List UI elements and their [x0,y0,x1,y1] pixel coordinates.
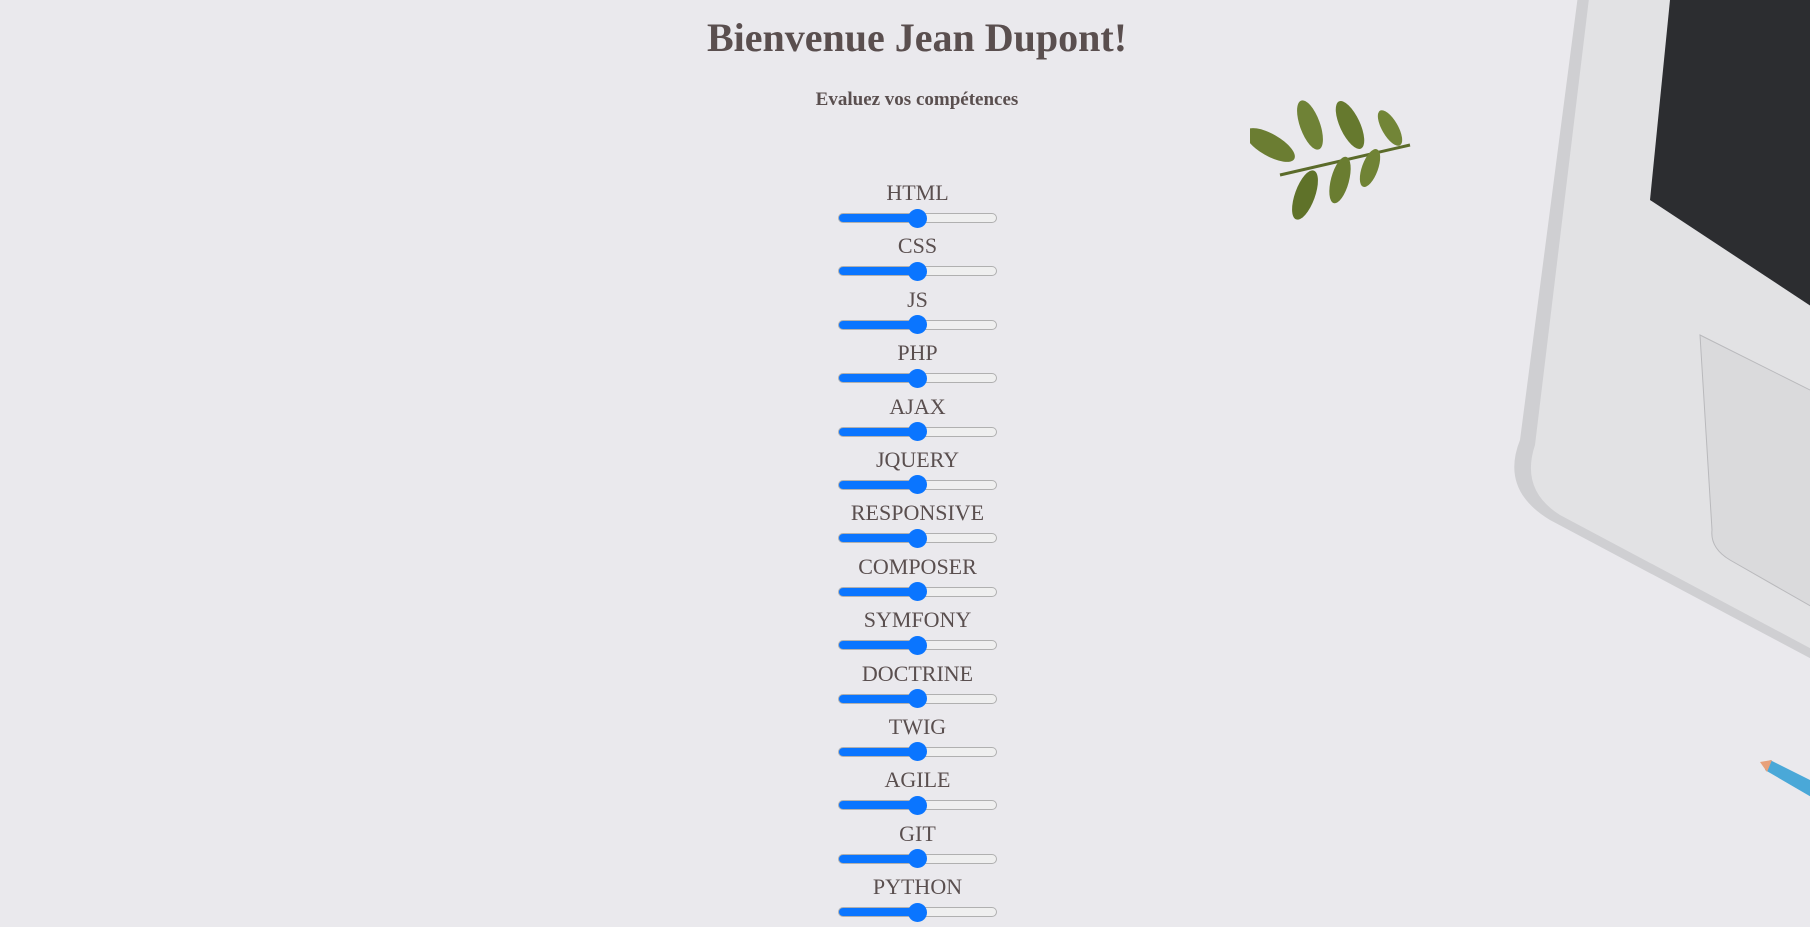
skill-slider[interactable] [838,261,997,282]
skill-label: CSS [897,233,938,259]
skill-item: GIT [838,821,997,874]
skill-label: AGILE [884,767,951,793]
skill-label: JQUERY [875,446,960,472]
skill-label: RESPONSIVE [850,500,985,526]
skill-item: CSS [838,233,997,286]
skill-item: DOCTRINE [838,661,997,714]
skill-label: SYMFONY [863,607,972,633]
skill-item: PYTHON [838,874,997,927]
skill-slider[interactable] [838,528,997,549]
skill-slider[interactable] [838,581,997,602]
page-title: Bienvenue Jean Dupont! [706,15,1128,60]
skill-item: RESPONSIVE [838,500,997,553]
skill-item: HTML [838,180,997,233]
skill-label: DOCTRINE [861,660,974,686]
skill-item: COMPOSER [838,554,997,607]
skill-label: JS [907,286,928,312]
skill-slider[interactable] [838,421,997,442]
skill-item: TWIG [838,714,997,767]
skill-item: AGILE [838,767,997,820]
skill-slider[interactable] [838,314,997,335]
skill-label: PYTHON [872,874,963,900]
skill-slider[interactable] [838,208,997,228]
skill-label: TWIG [888,713,947,739]
skill-label: GIT [899,820,936,846]
skill-label: HTML [886,180,949,205]
skill-item: PHP [838,340,997,393]
skill-slider[interactable] [838,902,997,923]
skill-slider[interactable] [838,795,997,816]
skill-slider[interactable] [838,688,997,709]
skill-item: JQUERY [838,447,997,500]
laptop-background-image [1250,0,1810,797]
page-subtitle: Evaluez vos compétences [815,89,1019,110]
skill-label: AJAX [889,393,946,419]
skills-list: HTML CSS JS PHP AJAX JQUERY RESPONSIVE COMPOSER… [838,180,997,927]
skill-item: AJAX [838,394,997,447]
plant-icon [1250,100,1411,220]
skill-label: PHP [897,340,938,366]
skill-slider[interactable] [838,635,997,656]
skill-label: COMPOSER [858,553,977,579]
skill-item: JS [838,287,997,340]
skill-slider[interactable] [838,741,997,762]
skill-item: SYMFONY [838,607,997,660]
skill-slider[interactable] [838,848,997,869]
skill-slider[interactable] [838,474,997,495]
skill-slider[interactable] [838,368,997,389]
pencil-icon [1760,760,1810,797]
